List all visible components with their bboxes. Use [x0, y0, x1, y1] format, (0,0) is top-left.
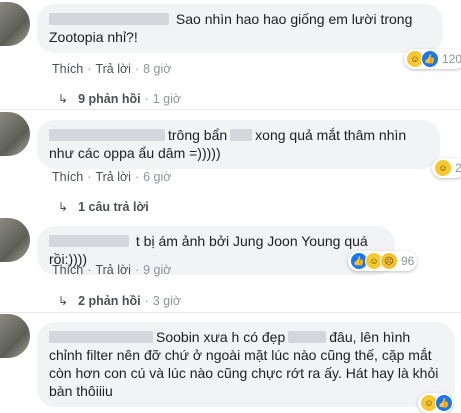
comment-bubble: Sao nhìn hao hao giống em lười trong Zoo… [37, 4, 443, 53]
comment-bubble: trông bẩn xong quả mắt thâm nhìn như các … [37, 120, 440, 169]
view-replies[interactable]: ↳ 1 câu trả lời [58, 200, 149, 214]
reply-arrow-icon: ↳ [58, 200, 69, 214]
reply-link[interactable]: Trả lời [95, 263, 131, 277]
reply-link[interactable]: Trả lời [95, 62, 131, 76]
reply-arrow-icon: ↳ [58, 92, 69, 106]
comment-actions: Thích · Trả lời · 9 giờ [52, 263, 172, 277]
comment-bubble: Soobin xưa h có đẹp đâu, lên hình chỉnh f… [37, 322, 455, 407]
reaction-summary[interactable]: ☺ 👍 120 [404, 49, 461, 69]
timestamp[interactable]: 9 giờ [143, 263, 171, 277]
like-link[interactable]: Thích [52, 170, 83, 184]
timestamp[interactable]: 6 giờ [143, 170, 171, 184]
sad-icon: ☹ [380, 252, 398, 270]
haha-icon: ☺ [434, 159, 452, 177]
reaction-count: 120 [442, 52, 461, 66]
reaction-count: 2 [455, 161, 461, 175]
avatar[interactable] [0, 218, 30, 262]
avatar[interactable] [0, 2, 30, 46]
view-replies[interactable]: ↳ 9 phản hồi · 1 giờ [58, 92, 181, 106]
like-link[interactable]: Thích [52, 62, 83, 76]
blurred-username[interactable] [49, 129, 165, 141]
reaction-summary[interactable]: ☺ 👍 [418, 393, 453, 413]
blurred-username[interactable] [49, 13, 169, 25]
timestamp[interactable]: 8 giờ [143, 62, 171, 76]
reaction-count: 96 [401, 254, 415, 268]
comment-actions: Thích · Trả lời · 8 giờ [52, 62, 172, 76]
like-icon: 👍 [421, 50, 439, 68]
reply-arrow-icon: ↳ [58, 294, 69, 308]
comment-text-part: Soobin xưa h có đẹp [156, 329, 286, 345]
comment-actions: Thích · Trả lời · 6 giờ [52, 170, 172, 184]
reply-link[interactable]: Trả lời [95, 170, 131, 184]
avatar[interactable] [0, 112, 30, 156]
comment-text-part: trông bẩn [168, 127, 228, 143]
divider [0, 109, 461, 110]
reaction-summary[interactable]: 👍 ☺ ☹ 96 [348, 251, 418, 271]
reaction-summary[interactable]: ☺ 2 [432, 158, 461, 178]
view-replies[interactable]: ↳ 2 phản hồi · 3 giờ [58, 294, 181, 308]
blurred-username[interactable] [49, 235, 129, 247]
like-link[interactable]: Thích [52, 263, 83, 277]
like-icon: 👍 [435, 394, 453, 412]
avatar[interactable] [0, 314, 30, 358]
divider [0, 312, 461, 313]
blurred-username[interactable] [49, 331, 153, 343]
